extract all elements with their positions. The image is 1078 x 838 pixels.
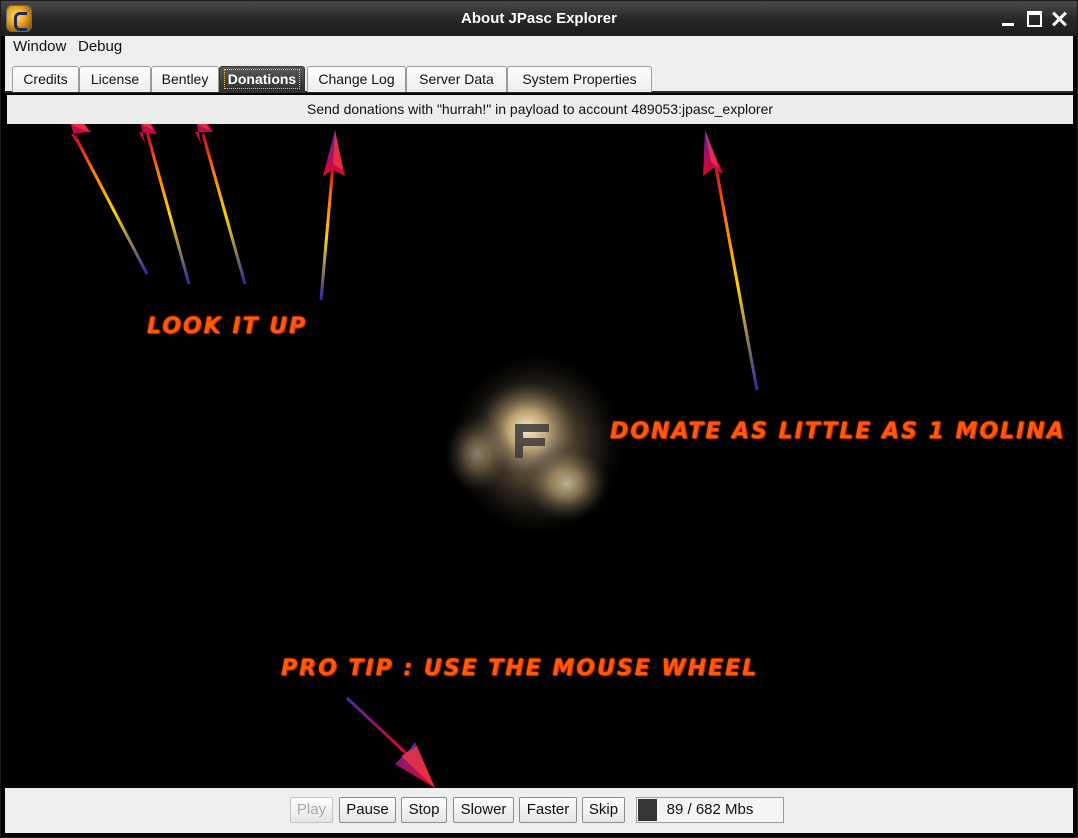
faster-button[interactable]: Faster bbox=[519, 797, 577, 823]
look-it-up-text: LOOK IT UP bbox=[147, 314, 308, 339]
tab-donations[interactable]: Donations bbox=[219, 66, 305, 92]
menu-bar: Window Debug bbox=[5, 36, 1073, 60]
arrow-to-license bbox=[139, 124, 191, 285]
slower-button[interactable]: Slower bbox=[453, 797, 514, 823]
maximize-icon[interactable] bbox=[1023, 8, 1045, 30]
playback-controls: Play Pause Stop Slower Faster Skip 89 / … bbox=[5, 788, 1073, 833]
arrow-to-bentley bbox=[195, 124, 247, 285]
memory-progress-text: 89 / 682 Mbs bbox=[666, 801, 754, 818]
window-title: About JPasc Explorer bbox=[461, 10, 617, 27]
title-bar[interactable]: About JPasc Explorer bbox=[1, 1, 1077, 36]
tab-credits[interactable]: Credits bbox=[12, 66, 79, 92]
tab-bentley[interactable]: Bentley bbox=[151, 66, 219, 92]
arrow-to-credits bbox=[70, 124, 149, 275]
smoke-logo bbox=[442, 348, 629, 540]
close-icon[interactable] bbox=[1049, 8, 1071, 30]
tab-change-log[interactable]: Change Log bbox=[307, 66, 406, 92]
play-button[interactable]: Play bbox=[290, 797, 333, 823]
arrow-to-stop bbox=[345, 696, 435, 788]
about-window: About JPasc Explorer Window Debug Credit… bbox=[0, 0, 1078, 838]
minimize-icon[interactable] bbox=[997, 8, 1019, 30]
tab-server-data[interactable]: Server Data bbox=[406, 66, 507, 92]
tab-license[interactable]: License bbox=[79, 66, 151, 92]
pro-tip-text: PRO TIP : USE THE MOUSE WHEEL bbox=[281, 656, 759, 681]
donate-amount-text: DONATE AS LITTLE AS 1 MOLINA bbox=[610, 419, 1066, 444]
memory-progress-bar: 89 / 682 Mbs bbox=[636, 797, 784, 823]
tab-system-properties[interactable]: System Properties bbox=[507, 66, 652, 92]
animation-stage[interactable]: LOOK IT UP DONATE AS LITTLE AS 1 MOLINA … bbox=[7, 124, 1073, 788]
menu-debug[interactable]: Debug bbox=[78, 38, 122, 55]
arrows-overlay bbox=[70, 124, 759, 788]
pause-button[interactable]: Pause bbox=[339, 797, 396, 823]
tab-bar: Credits License Bentley Donations Change… bbox=[5, 60, 1073, 93]
arrow-to-account bbox=[703, 130, 759, 391]
tab-donations-label: Donations bbox=[223, 69, 301, 89]
menu-window[interactable]: Window bbox=[13, 38, 66, 55]
skip-button[interactable]: Skip bbox=[582, 797, 625, 823]
arrow-to-banner-left bbox=[319, 130, 345, 301]
donation-banner: Send donations with "hurrah!" in payload… bbox=[7, 95, 1073, 124]
stop-button[interactable]: Stop bbox=[401, 797, 447, 823]
